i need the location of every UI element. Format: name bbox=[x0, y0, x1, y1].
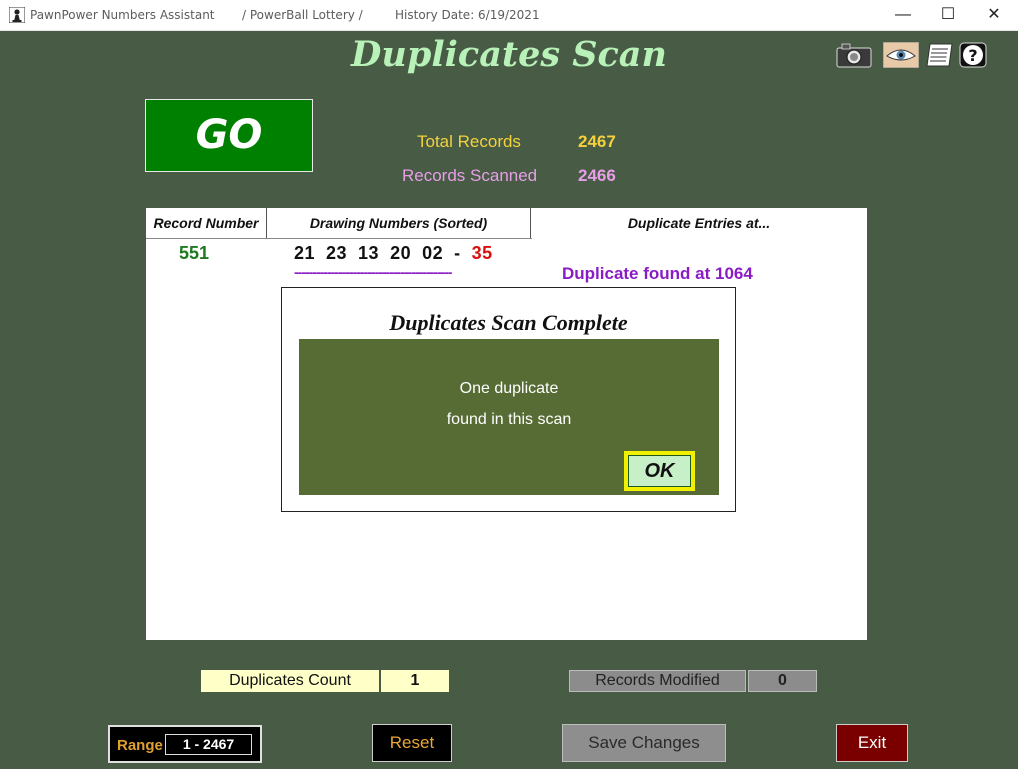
range-label: Range bbox=[117, 737, 163, 754]
minimize-button[interactable]: — bbox=[880, 0, 926, 31]
duplicate-found-text: Duplicate found at 1064 bbox=[562, 264, 753, 283]
records-scanned-label: Records Scanned bbox=[402, 166, 538, 185]
notes-icon[interactable] bbox=[925, 42, 955, 68]
window-app-name: PawnPower Numbers Assistant bbox=[30, 8, 215, 22]
header-divider bbox=[146, 238, 532, 239]
drawing-numbers: 21 23 13 20 02 - 35 bbox=[294, 243, 493, 264]
total-records-label: Total Records bbox=[417, 132, 521, 151]
help-icon[interactable]: ? bbox=[959, 42, 987, 68]
go-button[interactable]: GO bbox=[145, 99, 313, 172]
records-modified-label: Records Modified bbox=[569, 670, 746, 692]
total-records-value: 2467 bbox=[578, 132, 616, 151]
dialog-title: Duplicates Scan Complete bbox=[389, 310, 628, 335]
dialog-message-line2: found in this scan bbox=[446, 411, 572, 428]
maximize-button[interactable]: ☐ bbox=[925, 0, 971, 31]
column-header-drawing-numbers: Drawing Numbers (Sorted) bbox=[267, 208, 531, 239]
powerball-number: 35 bbox=[471, 243, 493, 263]
window-history-date: History Date: 6/19/2021 bbox=[395, 8, 540, 22]
save-changes-button[interactable]: Save Changes bbox=[562, 724, 726, 762]
scan-complete-dialog: Duplicates Scan Complete One duplicate f… bbox=[281, 287, 736, 512]
close-button[interactable]: ✕ bbox=[971, 0, 1017, 31]
dialog-message-box: One duplicate found in this scan OK bbox=[299, 339, 719, 495]
ok-button[interactable]: OK bbox=[624, 451, 695, 491]
drawing-numbers-main: 21 23 13 20 02 - bbox=[294, 243, 472, 263]
record-number-value: 551 bbox=[179, 243, 210, 263]
range-input[interactable]: 1 - 2467 bbox=[165, 734, 252, 755]
dashed-separator: ----------------------------------------… bbox=[294, 264, 452, 280]
camera-icon[interactable] bbox=[836, 42, 872, 68]
exit-button[interactable]: Exit bbox=[836, 724, 908, 762]
duplicates-count-label: Duplicates Count bbox=[201, 670, 379, 692]
window-lottery-name: / PowerBall Lottery / bbox=[242, 8, 363, 22]
ok-button-label[interactable]: OK bbox=[628, 455, 691, 487]
eye-icon[interactable] bbox=[883, 42, 919, 68]
dialog-message-line1: One duplicate bbox=[459, 380, 559, 397]
column-header-duplicate-entries: Duplicate Entries at... bbox=[627, 215, 771, 231]
records-modified-value: 0 bbox=[748, 670, 817, 692]
column-header-record-number: Record Number bbox=[146, 208, 267, 239]
duplicates-count-value: 1 bbox=[381, 670, 449, 692]
records-scanned-value: 2466 bbox=[578, 166, 616, 185]
window-titlebar: PawnPower Numbers Assistant / PowerBall … bbox=[0, 0, 1018, 31]
svg-text:?: ? bbox=[968, 46, 977, 65]
reset-button[interactable]: Reset bbox=[372, 724, 452, 762]
chess-pawn-icon bbox=[9, 7, 25, 23]
range-box: Range 1 - 2467 bbox=[108, 725, 262, 763]
